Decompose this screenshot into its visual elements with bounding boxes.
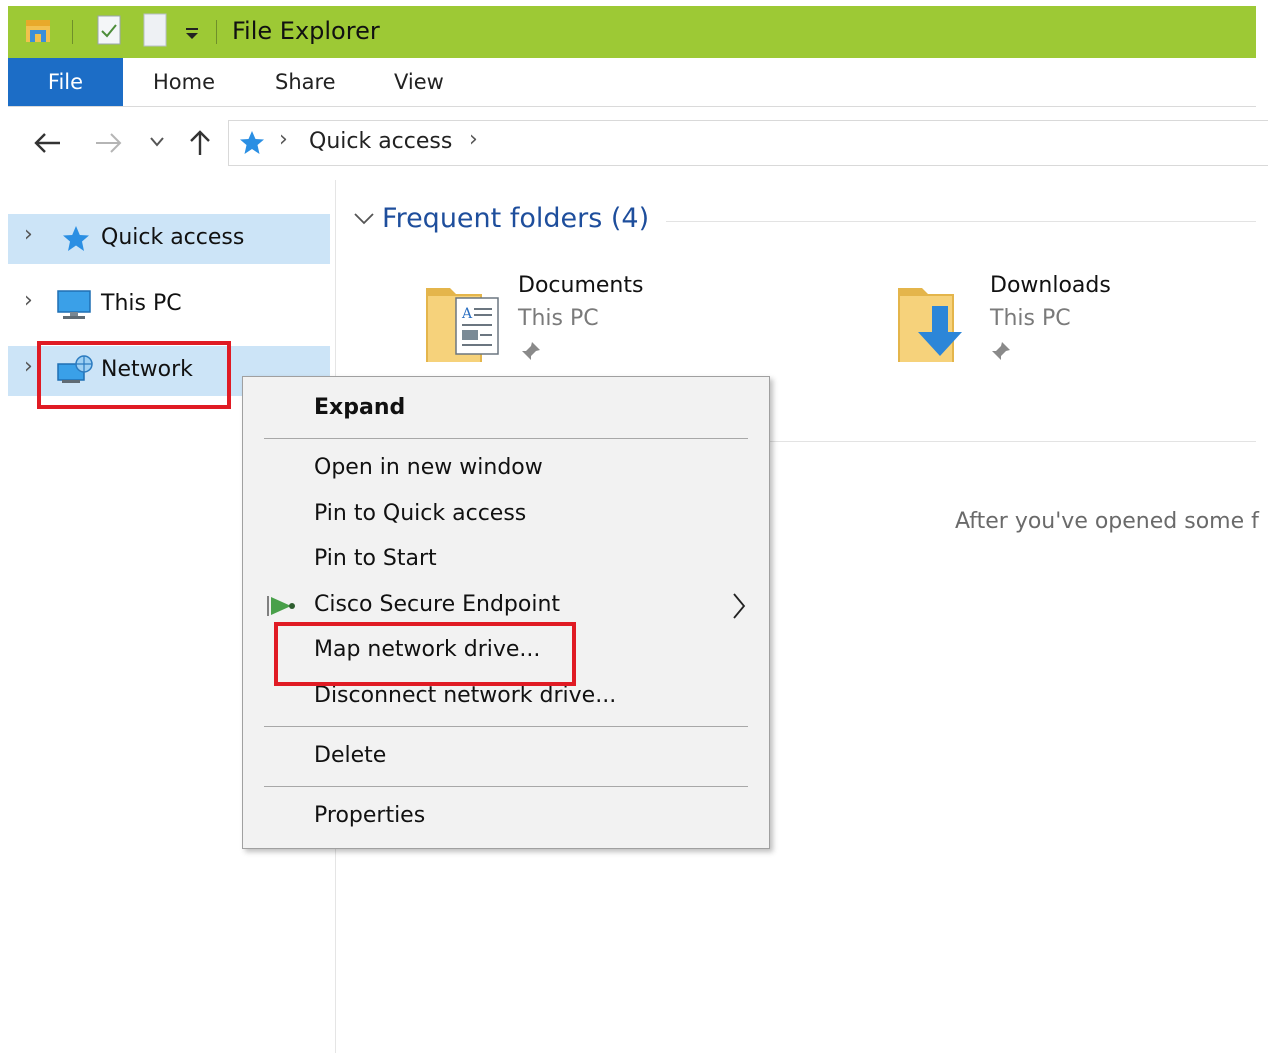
title-separator xyxy=(72,20,73,44)
menu-item-pin-to-start[interactable]: Pin to Start xyxy=(314,544,437,574)
folder-name: Downloads xyxy=(990,273,1111,298)
quick-access-star-icon xyxy=(240,131,264,154)
computer-icon xyxy=(57,290,91,319)
back-arrow-icon[interactable] xyxy=(32,128,64,158)
title-separator xyxy=(216,20,217,44)
forward-arrow-icon[interactable] xyxy=(92,128,124,158)
menu-separator xyxy=(264,726,748,727)
folder-name: Documents xyxy=(518,273,644,298)
pin-icon xyxy=(992,342,1010,360)
up-arrow-icon[interactable] xyxy=(186,128,214,158)
menu-item-pin-to-quick-access[interactable]: Pin to Quick access xyxy=(314,499,526,529)
downloads-folder-icon xyxy=(898,288,962,362)
tab-view[interactable]: View xyxy=(386,58,452,106)
tab-file[interactable]: File xyxy=(8,58,123,106)
address-bar[interactable]: › Quick access › xyxy=(228,120,1268,166)
menu-item-cisco-secure-endpoint[interactable]: Cisco Secure Endpoint xyxy=(314,590,560,620)
recent-files-empty-message: After you've opened some f xyxy=(955,509,1259,534)
map-network-drive-highlight-box xyxy=(274,622,576,686)
context-menu: Expand Open in new window Pin to Quick a… xyxy=(242,376,770,849)
svg-text:A: A xyxy=(461,306,473,322)
nav-item-quick-access[interactable]: › Quick access xyxy=(8,214,330,264)
menu-item-expand[interactable]: Expand xyxy=(314,393,405,423)
new-folder-icon[interactable] xyxy=(142,12,170,48)
menu-item-delete[interactable]: Delete xyxy=(314,741,386,771)
nav-item-this-pc[interactable]: › This PC xyxy=(8,280,330,330)
folder-location: This PC xyxy=(990,306,1071,331)
nav-label: This PC xyxy=(101,291,182,316)
quick-access-star-icon xyxy=(63,226,89,251)
pin-icon xyxy=(522,342,540,360)
section-title[interactable]: Frequent folders (4) xyxy=(382,200,649,238)
menu-separator xyxy=(264,786,748,787)
section-divider xyxy=(770,441,1256,442)
folder-tile-downloads[interactable]: Downloads This PC xyxy=(892,270,1256,370)
menu-separator xyxy=(264,438,748,439)
breadcrumb-quick-access[interactable]: Quick access xyxy=(309,128,452,156)
tab-share[interactable]: Share xyxy=(267,58,344,106)
window-title: File Explorer xyxy=(232,17,380,45)
collapse-chevron-icon[interactable] xyxy=(352,208,376,228)
expand-chevron-icon[interactable]: › xyxy=(24,354,33,379)
section-divider xyxy=(666,221,1256,222)
menu-item-properties[interactable]: Properties xyxy=(314,801,425,831)
expand-chevron-icon[interactable]: › xyxy=(24,222,33,247)
ribbon-tabs: File Home Share View xyxy=(8,58,1256,107)
breadcrumb-chevron-icon[interactable]: › xyxy=(469,127,478,152)
tab-home[interactable]: Home xyxy=(145,58,223,106)
folder-tile-documents[interactable]: A Documents This PC xyxy=(420,270,840,370)
menu-item-open-in-new-window[interactable]: Open in new window xyxy=(314,453,543,483)
breadcrumb-chevron-icon[interactable]: › xyxy=(279,127,288,152)
properties-icon[interactable] xyxy=(96,14,122,46)
folder-location: This PC xyxy=(518,306,599,331)
customize-toolbar-icon[interactable] xyxy=(182,18,204,44)
nav-label: Quick access xyxy=(101,225,245,250)
network-highlight-box xyxy=(37,341,231,409)
title-bar: File Explorer xyxy=(8,6,1256,58)
recent-locations-chevron-icon[interactable] xyxy=(148,134,166,150)
submenu-chevron-icon xyxy=(733,593,746,619)
documents-folder-icon: A xyxy=(426,288,499,362)
expand-chevron-icon[interactable]: › xyxy=(24,288,33,313)
cisco-secure-endpoint-icon xyxy=(267,596,295,616)
explorer-app-icon[interactable] xyxy=(24,16,52,46)
